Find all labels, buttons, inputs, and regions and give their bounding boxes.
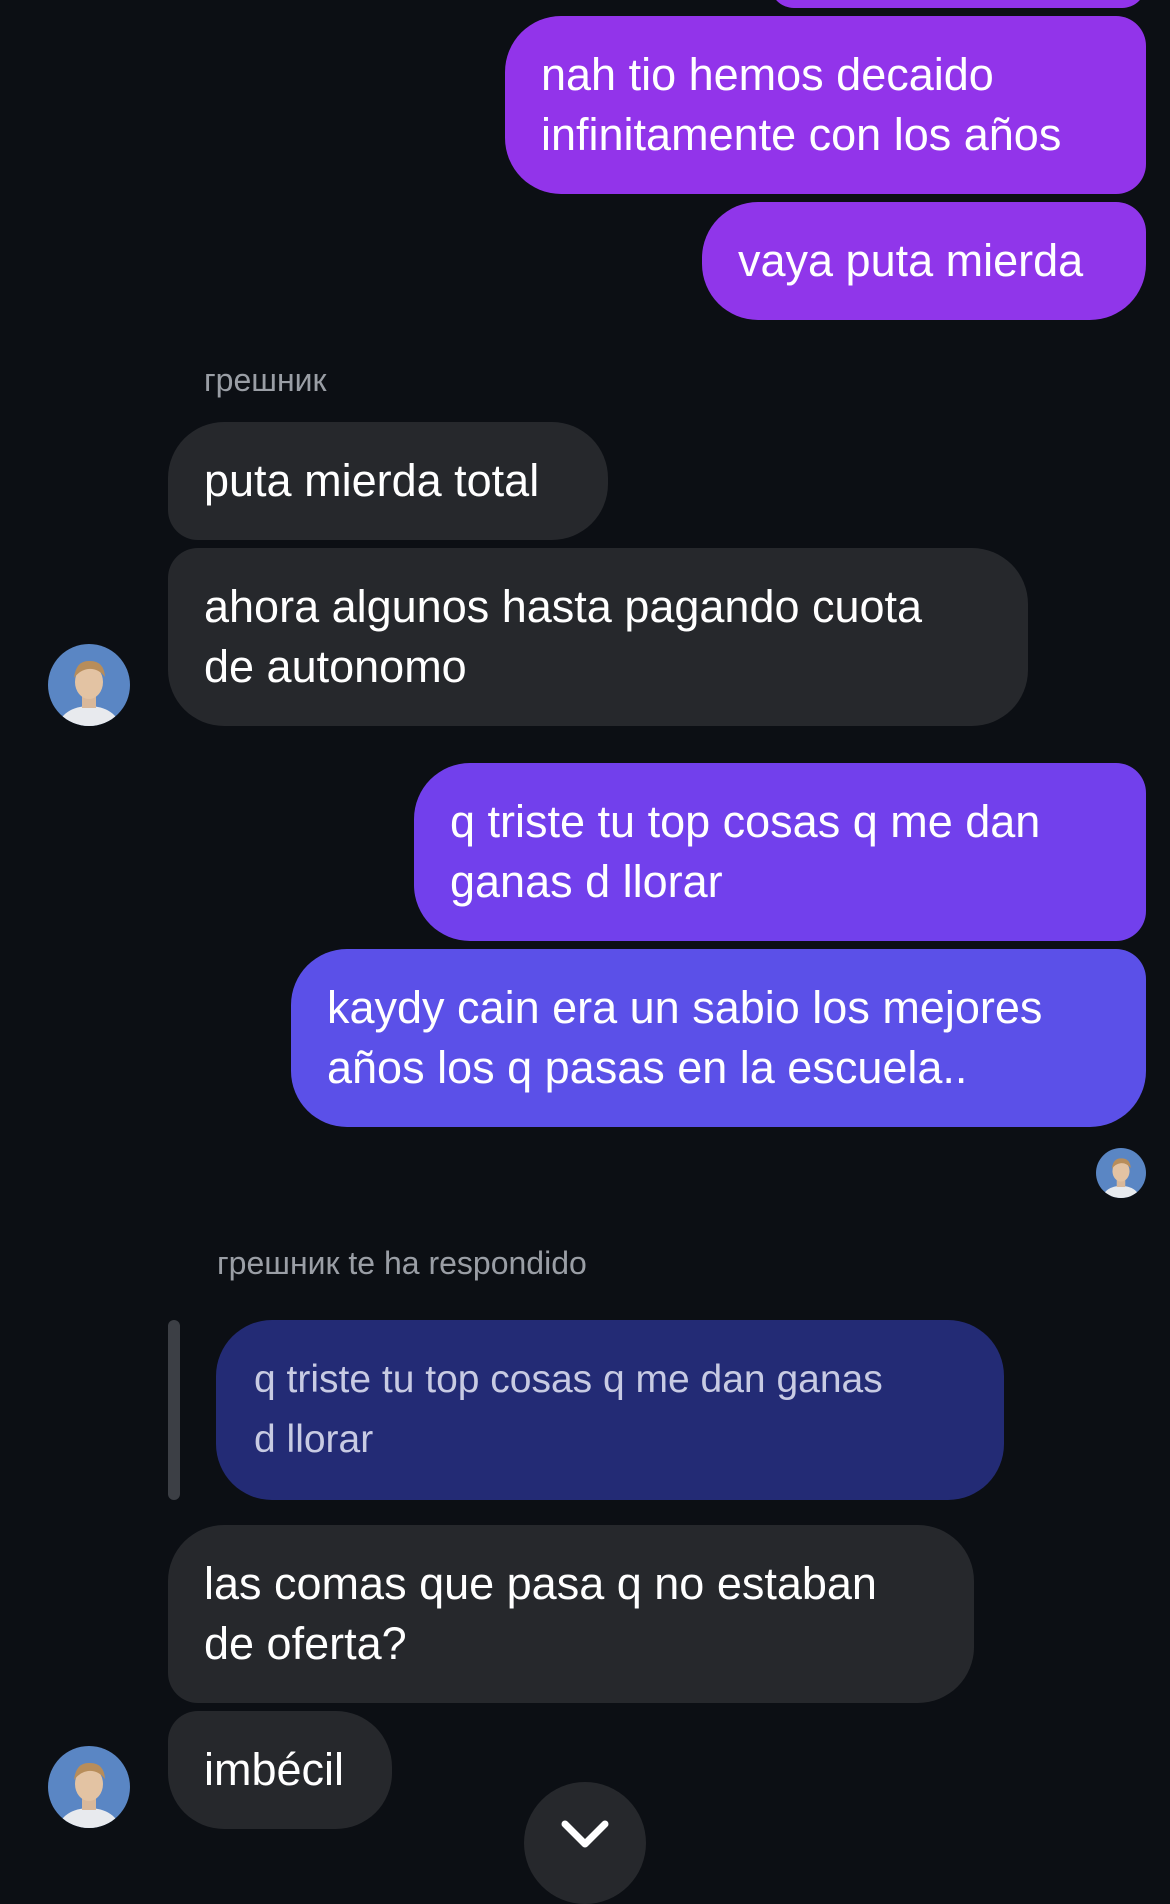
incoming-message[interactable]: ahora algunos hasta pagando cuota de aut… [168, 548, 1028, 726]
contact-avatar[interactable] [48, 1746, 130, 1828]
outgoing-message[interactable]: vaya puta mierda [702, 202, 1146, 320]
read-receipt-avatar [1096, 1148, 1146, 1198]
scroll-to-bottom-button[interactable] [524, 1782, 646, 1904]
contact-avatar[interactable] [48, 644, 130, 726]
quoted-message[interactable]: q triste tu top cosas q me dan ganas d l… [216, 1320, 1004, 1500]
message-bubble-partial[interactable] [770, 0, 1146, 8]
avatar-photo-icon [48, 1746, 130, 1828]
avatar-photo-icon [48, 644, 130, 726]
reply-header: грешник te ha respondido [217, 1245, 587, 1281]
incoming-message[interactable]: puta mierda total [168, 422, 608, 540]
chevron-down-icon [561, 1820, 609, 1848]
outgoing-message[interactable]: kaydy cain era un sabio los mejores años… [291, 949, 1146, 1127]
incoming-message[interactable]: las comas que pasa q no estaban de ofert… [168, 1525, 974, 1703]
sender-name: грешник [204, 362, 327, 398]
outgoing-message[interactable]: q triste tu top cosas q me dan ganas d l… [414, 763, 1146, 941]
avatar-photo-icon [1096, 1148, 1146, 1198]
outgoing-message[interactable]: nah tio hemos decaido infinitamente con … [505, 16, 1146, 194]
incoming-message[interactable]: imbécil [168, 1711, 392, 1829]
reply-indicator-bar [168, 1320, 180, 1500]
